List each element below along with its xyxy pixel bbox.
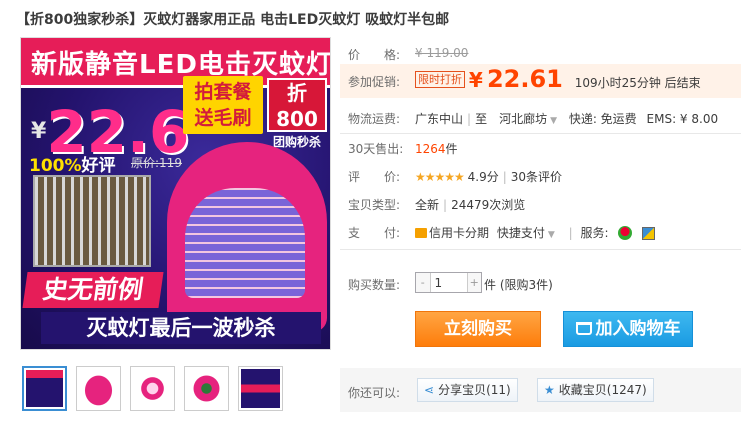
promo-tag: 限时打折 [415,71,465,88]
image-price-yen: ¥ [31,119,47,144]
chevron-down-icon[interactable]: ▼ [550,116,557,126]
shipping-row: 广东中山 | 至 河北廊坊 ▼ 快递: 免运费 EMS: ¥ 8.00 [415,110,718,127]
thumbnail-1[interactable] [22,366,67,411]
thumbnail-strip [22,366,283,411]
buy-now-button[interactable]: 立刻购买 [415,311,541,347]
badge-package-line1: 拍套餐 [194,81,252,103]
service-label: 服务: [580,226,609,240]
thumbnail-5-image [241,369,280,408]
sold-unit: 件 [445,142,458,156]
pay-credit[interactable]: 信用卡分期 [429,226,489,240]
pay-separator: | [568,226,573,240]
service-badge-icon[interactable] [642,227,656,240]
image-badge-package: 拍套餐 送毛刷 [183,76,263,134]
promo-row: 限时打折 ¥ 22.61 109小时25分钟 后结束 [415,65,701,93]
thumbnail-2[interactable] [76,366,121,411]
image-badge-zhe800: 折800 团购秒杀 [267,78,327,149]
add-to-cart-button[interactable]: 加入购物车 [563,311,693,347]
product-title: 【折800独家秒杀】灭蚊灯器家用正品 电击LED灭蚊灯 吸蚊灯半包邮 [16,12,450,28]
price-label: 价 格: [348,48,401,62]
thumbnail-5[interactable] [238,366,283,411]
shipping-to[interactable]: 至 河北廊坊 [475,112,547,126]
rating-count-link[interactable]: 30条评价 [511,170,562,184]
thumbnail-1-image [26,370,63,407]
qty-decrease-button[interactable]: - [416,273,430,292]
collect-button[interactable]: ★ 收藏宝贝(1247) [537,378,654,402]
image-banner-text: 新版静音LED电击灭蚊灯 [31,50,331,80]
share-icon: ⋖ [424,383,435,397]
divider [340,249,741,250]
rating-score: 4.9分 [467,170,499,184]
image-good-rating: 100%好评 [29,151,116,176]
quantity-stepper: - + [415,272,482,293]
add-to-cart-label: 加入购物车 [595,319,681,339]
promo-price-value: 22.61 [486,65,563,93]
thumbnail-4[interactable] [184,366,229,411]
share-button-label: 分享宝贝(11) [438,383,511,397]
badge-zhe800-line1: 折800 [276,81,318,131]
collect-button-label: 收藏宝贝(1247) [558,383,647,397]
sold-count: 1264 [415,142,446,156]
badge-package-line2: 送毛刷 [194,107,252,129]
thumbnail-4-image [187,369,226,408]
image-good-text: 好评 [81,156,116,176]
shipping-from: 广东中山 [415,112,464,126]
thumbnail-3[interactable] [130,366,175,411]
pay-label: 支 付: [348,226,401,240]
image-original-price: 原价:119 [131,156,182,170]
promo-price: ¥ 22.61 [469,65,563,93]
sold-label: 30天售出: [348,142,404,156]
shipping-label: 物流运费: [348,112,401,126]
type-row: 全新 | 24479次浏览 [415,196,525,213]
shipping-express: 快递: 免运费 [568,112,637,126]
original-price: ¥ 119.00 [415,46,469,60]
type-separator: | [443,198,448,212]
star-icon: ★ [544,383,555,397]
rating-separator: | [502,170,507,184]
image-good-pct: 100% [29,156,82,176]
share-label: 你还可以: [348,386,401,400]
type-value: 全新 [415,198,440,212]
sold-row: 1264件 [415,140,458,157]
promo-countdown: 109小时25分钟 后结束 [574,76,701,90]
rating-stars-icon: ★★★★★ [415,170,465,184]
chevron-down-icon[interactable]: ▼ [548,230,555,240]
qty-unit: 件 (限购3件) [484,278,553,292]
guarantee-icon[interactable] [618,226,633,240]
rating-label: 评 价: [348,170,401,184]
quantity-input[interactable] [429,273,468,292]
qty-label: 购买数量: [348,278,401,292]
promo-price-yen: ¥ [468,68,483,92]
image-lamp-grill [185,188,305,298]
pay-quick[interactable]: 快捷支付 [497,226,545,240]
share-button[interactable]: ⋖ 分享宝贝(11) [417,378,518,402]
credit-card-icon [415,228,427,238]
qty-increase-button[interactable]: + [467,273,481,292]
shipping-ems: EMS: ¥ 8.00 [646,112,719,126]
shipping-separator: | [467,112,472,126]
pay-row: 信用卡分期 快捷支付 ▼ | 服务: [415,224,656,241]
thumbnail-3-image [133,369,172,408]
divider [340,133,741,134]
main-product-image[interactable]: 新版静音LED电击灭蚊灯 ¥22.6 拍套餐 送毛刷 折800 团购秒杀 100… [20,37,331,350]
cart-icon [575,322,592,335]
promo-label: 参加促销: [348,75,401,89]
view-count: 24479次浏览 [451,198,526,212]
image-zapper-grill-photo [33,175,151,267]
image-slogan-primary: 史无前例 [22,272,164,308]
thumbnail-2-image [79,369,118,408]
image-slogan-secondary: 灭蚊灯最后一波秒杀 [41,312,321,344]
rating-row: ★★★★★ 4.9分 | 30条评价 [415,168,562,185]
type-label: 宝贝类型: [348,198,401,212]
